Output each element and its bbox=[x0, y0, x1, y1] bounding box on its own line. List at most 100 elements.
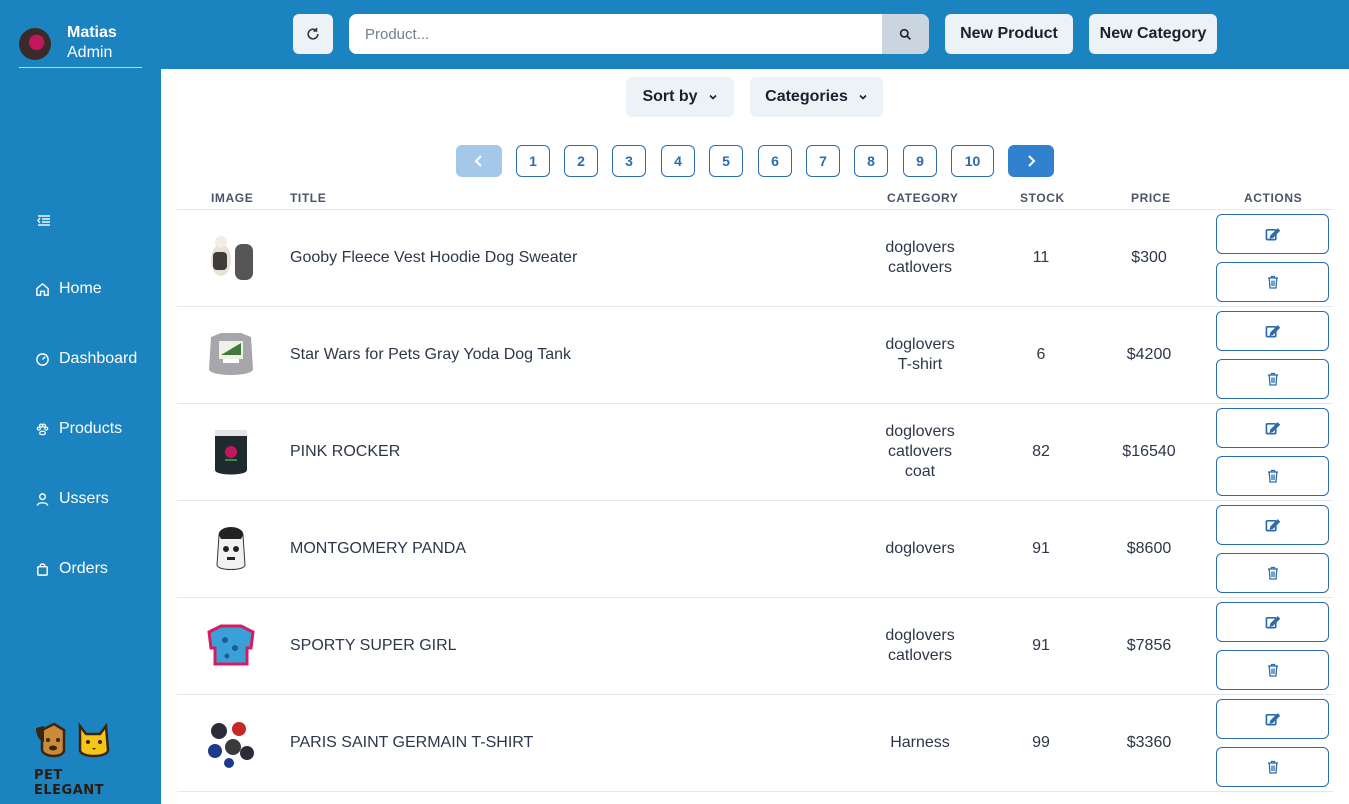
refresh-button[interactable] bbox=[293, 14, 333, 54]
avatar[interactable] bbox=[19, 28, 51, 60]
page-button[interactable]: 9 bbox=[903, 145, 937, 177]
header-actions: ACTIONS bbox=[1244, 191, 1303, 205]
search-input[interactable] bbox=[349, 14, 883, 54]
product-categories: doglovers bbox=[860, 501, 980, 597]
sidebar-item-label: Ussers bbox=[59, 490, 109, 507]
header-stock: STOCK bbox=[1020, 191, 1065, 205]
category-tag: doglovers bbox=[885, 336, 955, 353]
product-categories: doglovers catlovers bbox=[860, 210, 980, 306]
table-row: Gooby Fleece Vest Hoodie Dog Sweater dog… bbox=[177, 210, 1333, 307]
sidebar-item-products[interactable]: Products bbox=[35, 417, 122, 441]
category-tag: coat bbox=[904, 463, 936, 480]
product-categories: Harness bbox=[860, 695, 980, 791]
product-categories: doglovers T-shirt bbox=[860, 307, 980, 403]
edit-icon bbox=[1265, 616, 1280, 629]
product-price: $3360 bbox=[1126, 734, 1172, 751]
header-price: PRICE bbox=[1131, 191, 1171, 205]
header-category: CATEGORY bbox=[887, 191, 959, 205]
user-name: Matias bbox=[67, 24, 117, 41]
product-price: $4200 bbox=[1126, 346, 1172, 363]
edit-button[interactable] bbox=[1216, 214, 1329, 254]
edit-button[interactable] bbox=[1216, 699, 1329, 739]
product-image bbox=[215, 430, 247, 475]
edit-icon bbox=[1265, 519, 1280, 532]
product-title: Gooby Fleece Vest Hoodie Dog Sweater bbox=[290, 249, 578, 266]
page-button[interactable]: 3 bbox=[612, 145, 646, 177]
product-title: PINK ROCKER bbox=[290, 443, 401, 460]
sidebar-item-orders[interactable]: Orders bbox=[35, 557, 108, 581]
sidebar-item-users[interactable]: Ussers bbox=[35, 487, 109, 511]
edit-button[interactable] bbox=[1216, 311, 1329, 351]
sidebar-item-label: Products bbox=[59, 420, 123, 437]
page-button[interactable]: 10 bbox=[951, 145, 994, 177]
category-tag: doglovers bbox=[885, 627, 955, 644]
page-button[interactable]: 2 bbox=[564, 145, 598, 177]
product-stock: 99 bbox=[1032, 734, 1050, 751]
trash-icon bbox=[1267, 663, 1278, 677]
product-stock: 82 bbox=[1032, 443, 1050, 460]
category-tag: doglovers bbox=[885, 239, 955, 256]
sidebar-item-label: Dashboard bbox=[59, 350, 138, 367]
trash-icon bbox=[1267, 372, 1278, 386]
table-row: SPORTY SUPER GIRL doglovers catlovers 91… bbox=[177, 598, 1333, 695]
home-icon bbox=[36, 282, 49, 296]
pet-elegant-logo: PET ELEGANT bbox=[30, 720, 130, 798]
header-image: IMAGE bbox=[211, 191, 254, 205]
next-page-button[interactable] bbox=[1008, 145, 1054, 177]
delete-button[interactable] bbox=[1216, 262, 1329, 302]
page-button[interactable]: 5 bbox=[709, 145, 743, 177]
user-profile[interactable]: Matias Admin bbox=[19, 22, 142, 68]
chevron-left-icon bbox=[474, 155, 482, 167]
delete-button[interactable] bbox=[1216, 553, 1329, 593]
new-product-button[interactable]: New Product bbox=[945, 14, 1073, 54]
product-stock: 11 bbox=[1032, 249, 1050, 266]
product-categories: doglovers catlovers coat bbox=[860, 404, 980, 500]
category-tag: T-shirt bbox=[897, 356, 943, 373]
table-row: PINK ROCKER doglovers catlovers coat 82 … bbox=[177, 404, 1333, 501]
page-button[interactable]: 4 bbox=[661, 145, 695, 177]
edit-button[interactable] bbox=[1216, 408, 1329, 448]
page-button[interactable]: 7 bbox=[806, 145, 840, 177]
chevron-down-icon bbox=[859, 94, 867, 100]
topbar: New Product New Category bbox=[161, 0, 1349, 69]
product-stock: 6 bbox=[1036, 346, 1046, 363]
user-icon bbox=[36, 492, 49, 506]
page-button[interactable]: 1 bbox=[516, 145, 550, 177]
sidebar: Matias Admin Home Dashboard Products Uss… bbox=[0, 0, 161, 804]
product-title: PARIS SAINT GERMAIN T-SHIRT bbox=[290, 734, 534, 751]
delete-button[interactable] bbox=[1216, 456, 1329, 496]
product-stock: 91 bbox=[1032, 637, 1050, 654]
category-tag: catlovers bbox=[887, 647, 953, 664]
search-button[interactable] bbox=[882, 14, 929, 54]
delete-button[interactable] bbox=[1216, 747, 1329, 787]
categories-dropdown[interactable]: Categories bbox=[750, 77, 883, 117]
page-button[interactable]: 6 bbox=[758, 145, 792, 177]
logo-text: PET ELEGANT bbox=[34, 768, 105, 798]
delete-button[interactable] bbox=[1216, 359, 1329, 399]
table-header: IMAGE TITLE CATEGORY STOCK PRICE ACTIONS bbox=[177, 187, 1333, 210]
prev-page-button[interactable] bbox=[456, 145, 502, 177]
sort-by-label: Sort by bbox=[642, 88, 698, 105]
sidebar-item-label: Home bbox=[59, 280, 102, 297]
product-image bbox=[216, 527, 246, 570]
collapse-menu-icon[interactable] bbox=[36, 212, 52, 228]
product-title: MONTGOMERY PANDA bbox=[290, 540, 467, 557]
sidebar-item-home[interactable]: Home bbox=[35, 277, 102, 301]
product-title: SPORTY SUPER GIRL bbox=[290, 637, 457, 654]
category-tag: catlovers bbox=[887, 259, 953, 276]
edit-button[interactable] bbox=[1216, 505, 1329, 545]
trash-icon bbox=[1267, 275, 1278, 289]
edit-button[interactable] bbox=[1216, 602, 1329, 642]
table-row: PARIS SAINT GERMAIN T-SHIRT Harness 99 $… bbox=[177, 695, 1333, 792]
new-category-button[interactable]: New Category bbox=[1089, 14, 1217, 54]
refresh-icon bbox=[307, 27, 319, 40]
delete-button[interactable] bbox=[1216, 650, 1329, 690]
trash-icon bbox=[1267, 760, 1278, 774]
sidebar-item-dashboard[interactable]: Dashboard bbox=[35, 347, 137, 371]
sort-by-dropdown[interactable]: Sort by bbox=[626, 77, 734, 117]
table-row: MONTGOMERY PANDA doglovers 91 $8600 bbox=[177, 501, 1333, 598]
page-button[interactable]: 8 bbox=[854, 145, 888, 177]
product-image bbox=[209, 333, 253, 375]
user-role: Admin bbox=[67, 44, 113, 61]
sidebar-item-label: Orders bbox=[59, 560, 108, 577]
